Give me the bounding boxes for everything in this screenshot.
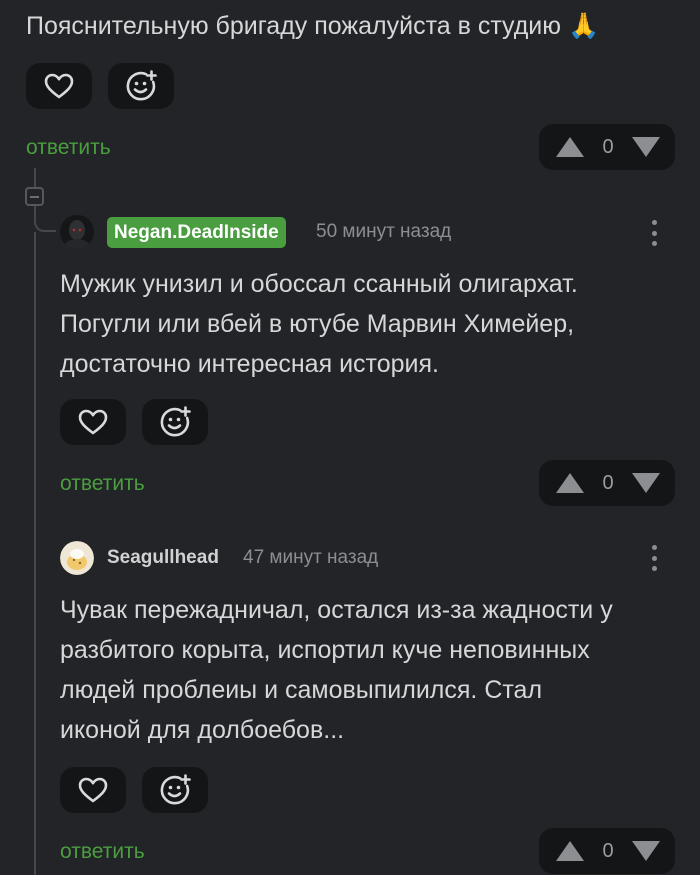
upvote-icon[interactable] — [555, 840, 585, 862]
thread-line-outer — [34, 168, 36, 187]
downvote-icon[interactable] — [631, 136, 661, 158]
vote-control: 0 — [539, 828, 675, 874]
add-reaction-icon — [160, 774, 191, 805]
avatar-image — [60, 541, 94, 575]
comment-text: Мужик унизил и обоссал ссанный олигархат… — [60, 270, 578, 378]
downvote-icon[interactable] — [631, 472, 661, 494]
kebab-menu-icon[interactable] — [644, 218, 664, 248]
vote-control: 0 — [539, 460, 675, 506]
add-reaction-button[interactable] — [142, 399, 208, 445]
heart-icon — [78, 777, 108, 803]
avatar-image — [60, 215, 94, 249]
avatar[interactable] — [60, 215, 94, 249]
reply-link[interactable]: ответить — [26, 135, 111, 161]
add-reaction-button[interactable] — [108, 63, 174, 109]
vote-control: 0 — [539, 124, 675, 170]
vote-count: 0 — [602, 135, 614, 158]
collapse-minus-icon[interactable] — [25, 187, 44, 206]
heart-icon — [44, 73, 74, 99]
upvote-icon[interactable] — [555, 472, 585, 494]
downvote-icon[interactable] — [631, 840, 661, 862]
reply-link[interactable]: ответить — [60, 839, 145, 865]
timestamp: 47 минут назад — [243, 547, 379, 568]
vote-count: 0 — [602, 471, 614, 494]
username[interactable]: Seagullhead — [107, 546, 219, 570]
add-reaction-icon — [126, 70, 157, 101]
thread-line-inner — [34, 232, 36, 875]
top-comment-text: Пояснительную бригаду пожалуйста в студи… — [26, 12, 600, 40]
upvote-icon[interactable] — [555, 136, 585, 158]
avatar[interactable] — [60, 541, 94, 575]
kebab-menu-icon[interactable] — [644, 543, 664, 573]
username-badge[interactable]: Negan.DeadInside — [107, 217, 286, 248]
like-button[interactable] — [26, 63, 92, 109]
add-reaction-icon — [160, 406, 191, 437]
heart-icon — [78, 409, 108, 435]
comment-thread: Пояснительную бригаду пожалуйста в студи… — [0, 0, 700, 875]
add-reaction-button[interactable] — [142, 767, 208, 813]
vote-count: 0 — [602, 839, 614, 862]
comment-text: Чувак пережадничал, остался из-за жаднос… — [60, 596, 613, 744]
timestamp: 50 минут назад — [316, 221, 452, 242]
reply-link[interactable]: ответить — [60, 471, 145, 497]
like-button[interactable] — [60, 399, 126, 445]
like-button[interactable] — [60, 767, 126, 813]
thread-branch — [34, 206, 56, 232]
